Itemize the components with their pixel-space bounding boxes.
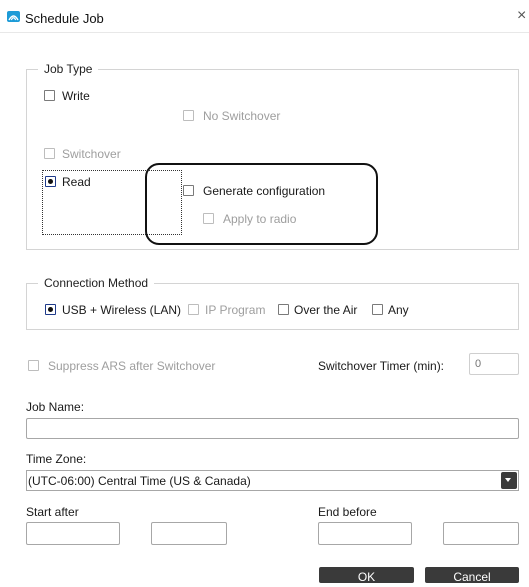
usb-wireless-lan-label[interactable]: USB + Wireless (LAN) (62, 303, 181, 317)
no-switchover-label[interactable]: No Switchover (203, 109, 280, 123)
switchover-checkbox[interactable] (44, 148, 55, 159)
apply-to-radio-checkbox[interactable] (203, 213, 214, 224)
suppress-ars-label[interactable]: Suppress ARS after Switchover (48, 359, 215, 373)
apply-to-radio-label[interactable]: Apply to radio (223, 212, 296, 226)
ip-program-checkbox[interactable] (188, 304, 199, 315)
start-after-date-input[interactable] (26, 522, 120, 545)
over-the-air-checkbox[interactable] (278, 304, 289, 315)
write-label[interactable]: Write (62, 89, 90, 103)
time-zone-label: Time Zone: (26, 452, 87, 466)
usb-wireless-lan-checkbox[interactable] (45, 304, 56, 315)
over-the-air-label[interactable]: Over the Air (294, 303, 357, 317)
end-before-label: End before (318, 505, 377, 519)
time-zone-value: (UTC-06:00) Central Time (US & Canada) (28, 474, 251, 488)
window-title: Schedule Job (25, 11, 104, 26)
any-label[interactable]: Any (388, 303, 409, 317)
suppress-ars-checkbox[interactable] (28, 360, 39, 371)
read-label[interactable]: Read (62, 175, 91, 189)
job-name-input[interactable] (26, 418, 519, 439)
any-checkbox[interactable] (372, 304, 383, 315)
start-after-time-input[interactable] (151, 522, 227, 545)
divider (0, 32, 529, 33)
no-switchover-checkbox[interactable] (183, 110, 194, 121)
switchover-label[interactable]: Switchover (62, 147, 121, 161)
cancel-button[interactable]: Cancel (425, 567, 519, 584)
job-type-legend: Job Type (38, 62, 99, 76)
switchover-timer-label: Switchover Timer (min): (318, 359, 445, 373)
close-icon[interactable]: × (517, 8, 526, 24)
end-before-time-input[interactable] (443, 522, 519, 545)
end-before-date-input[interactable] (318, 522, 412, 545)
read-checkbox[interactable] (45, 176, 56, 187)
start-after-label: Start after (26, 505, 79, 519)
generate-configuration-checkbox[interactable] (183, 185, 194, 196)
switchover-timer-input[interactable] (469, 353, 519, 375)
chevron-down-icon[interactable] (501, 472, 517, 489)
generate-configuration-label[interactable]: Generate configuration (203, 184, 325, 198)
ok-button[interactable]: OK (319, 567, 414, 584)
highlight-annotation (145, 163, 378, 245)
write-checkbox[interactable] (44, 90, 55, 101)
job-name-label: Job Name: (26, 400, 85, 414)
app-logo-icon (7, 11, 20, 22)
ip-program-label[interactable]: IP Program (205, 303, 265, 317)
connection-method-legend: Connection Method (38, 276, 155, 290)
